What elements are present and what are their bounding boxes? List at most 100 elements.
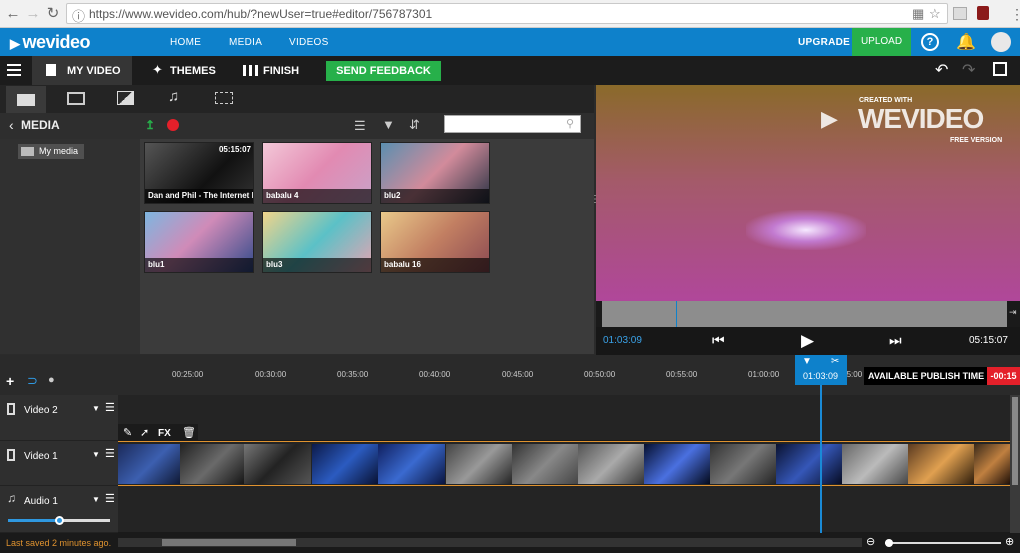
list-view-icon[interactable]: ☰	[354, 118, 366, 134]
menu-icon[interactable]: ⋮	[1010, 6, 1020, 23]
track-dropdown-icon[interactable]: ▼	[92, 450, 100, 459]
star-icon[interactable]: ☆	[929, 6, 941, 22]
zoom-in-icon[interactable]: ⊕	[1005, 535, 1014, 548]
thumbnail-label: babalu 16	[381, 258, 489, 272]
edit-pencil-icon[interactable]: ✎	[123, 426, 132, 439]
extension-icon[interactable]	[977, 6, 989, 20]
track-header-video-1: Video 1 ▼ ☰	[0, 441, 118, 486]
media-thumbnail[interactable]: babalu 4	[262, 142, 372, 204]
help-icon[interactable]: ?	[921, 33, 939, 51]
media-title: MEDIA	[21, 118, 60, 132]
tab-my-video[interactable]: MY VIDEO	[32, 56, 132, 85]
panel-splitter[interactable]: ⋮	[590, 195, 600, 212]
reload-icon[interactable]: ↻	[44, 5, 62, 23]
timeline-horizontal-scrollbar[interactable]	[118, 538, 862, 547]
translate-icon[interactable]: ▦	[912, 6, 924, 22]
split-scissors-icon[interactable]: ✂	[831, 356, 839, 367]
clip-tools: ✎ ➚ FX 🗑	[118, 424, 198, 442]
media-thumbnail[interactable]: 05:15:07 Dan and Phil - The Internet I..…	[144, 142, 254, 204]
tab-themes[interactable]: THEMES	[170, 65, 216, 77]
media-thumbnail[interactable]: blu1	[144, 211, 254, 273]
media-thumbnail[interactable]: blu2	[380, 142, 490, 204]
trash-icon[interactable]: 🗑	[182, 426, 196, 439]
fx-button[interactable]: FX	[158, 428, 171, 439]
filter-icon[interactable]: ▼	[382, 117, 395, 132]
ruler-tick: 00:25:00	[172, 370, 204, 379]
wevideo-logo[interactable]: ▶ wevideo	[10, 32, 91, 53]
volume-slider[interactable]	[8, 516, 110, 525]
clip-frame	[312, 444, 379, 484]
track-menu-icon[interactable]: ☰	[105, 401, 115, 414]
hamburger-menu-icon[interactable]	[7, 62, 21, 76]
preview-scrubber[interactable]	[602, 301, 1007, 327]
music-icon[interactable]: ♫	[168, 88, 179, 105]
track-video-2[interactable]	[118, 395, 1010, 441]
playhead-line[interactable]	[820, 384, 822, 534]
sort-icon[interactable]: ⇵	[409, 117, 420, 133]
track-dropdown-icon[interactable]: ▼	[92, 495, 100, 504]
track-name: Video 1	[24, 451, 58, 462]
volume-knob[interactable]	[55, 516, 64, 525]
zoom-knob[interactable]	[885, 539, 893, 547]
folder-icon	[21, 147, 34, 156]
transform-icon[interactable]: ➚	[140, 426, 149, 439]
clip-frame	[578, 444, 645, 484]
folder-my-media[interactable]: My media	[18, 144, 84, 159]
playhead-handle[interactable]: ▼ ✂ 01:03:09	[795, 355, 847, 385]
avatar[interactable]	[991, 32, 1011, 52]
tab-finish[interactable]: FINISH	[263, 65, 299, 77]
upgrade-link[interactable]: UPGRADE	[798, 37, 850, 48]
skip-forward-icon[interactable]: ⏭	[889, 332, 902, 349]
thumbnail-label: blu1	[145, 258, 253, 272]
play-icon[interactable]: ▶	[801, 331, 814, 351]
text-icon[interactable]	[215, 92, 233, 104]
url-text[interactable]: https://www.wevideo.com/hub/?newUser=tru…	[89, 7, 432, 21]
music-note-icon: ♫	[7, 491, 16, 505]
fullscreen-icon[interactable]	[993, 62, 1007, 76]
upload-icon[interactable]: ↥	[145, 118, 155, 132]
transitions-icon[interactable]	[67, 92, 85, 105]
expand-panel-icon[interactable]: ⇥	[1009, 307, 1017, 318]
scrubber-position	[676, 301, 677, 327]
media-search-input[interactable]: ⚲	[444, 115, 581, 133]
clip-frame	[842, 444, 909, 484]
bell-icon[interactable]: 🔔	[956, 32, 976, 52]
record-icon[interactable]	[167, 119, 179, 131]
back-chevron-icon[interactable]: ‹	[9, 117, 14, 133]
skip-back-icon[interactable]: ⏮	[712, 332, 725, 349]
extension-icon[interactable]	[953, 7, 967, 20]
thumbnail-label: blu2	[381, 189, 489, 203]
lock-icon: ⓘ	[72, 9, 86, 24]
media-thumbnail[interactable]: blu3	[262, 211, 372, 273]
address-bar[interactable]: ⓘ https://www.wevideo.com/hub/?newUser=t…	[66, 3, 948, 24]
track-dropdown-icon[interactable]: ▼	[92, 404, 100, 413]
undo-icon[interactable]: ↶	[935, 60, 948, 80]
publish-time-label: AVAILABLE PUBLISH TIME	[864, 367, 988, 385]
nav-media[interactable]: MEDIA	[229, 37, 262, 48]
clip-frame	[378, 444, 445, 484]
video-preview[interactable]: CREATED WITH ▶ WEVIDEO FREE VERSION	[596, 85, 1020, 301]
color-icon[interactable]	[117, 91, 134, 105]
marker-icon[interactable]: ▼	[802, 356, 812, 367]
send-feedback-button[interactable]: SEND FEEDBACK	[326, 61, 441, 81]
clip-frame	[710, 444, 777, 484]
nav-home[interactable]: HOME	[170, 37, 201, 48]
back-icon[interactable]: ←	[4, 5, 22, 23]
forward-icon[interactable]: →	[24, 5, 42, 23]
magnet-icon[interactable]: ⊃	[27, 373, 38, 389]
add-track-icon[interactable]: +	[6, 373, 14, 389]
redo-icon[interactable]: ↷	[962, 60, 975, 80]
upload-button[interactable]: UPLOAD	[852, 28, 911, 56]
zoom-slider[interactable]	[885, 539, 1001, 547]
nav-videos[interactable]: VIDEOS	[289, 37, 329, 48]
media-thumbnail[interactable]: babalu 16	[380, 211, 490, 273]
track-menu-icon[interactable]: ☰	[105, 447, 115, 460]
timeline-vertical-scrollbar[interactable]	[1010, 395, 1020, 533]
track-audio-1[interactable]	[118, 486, 1010, 533]
track-menu-icon[interactable]: ☰	[105, 492, 115, 505]
clip-frame	[118, 444, 185, 484]
saved-status: Last saved 2 minutes ago.	[6, 538, 112, 548]
microphone-icon[interactable]: ●	[48, 374, 55, 386]
zoom-out-icon[interactable]: ⊖	[866, 535, 875, 548]
tab-media[interactable]	[6, 86, 46, 113]
